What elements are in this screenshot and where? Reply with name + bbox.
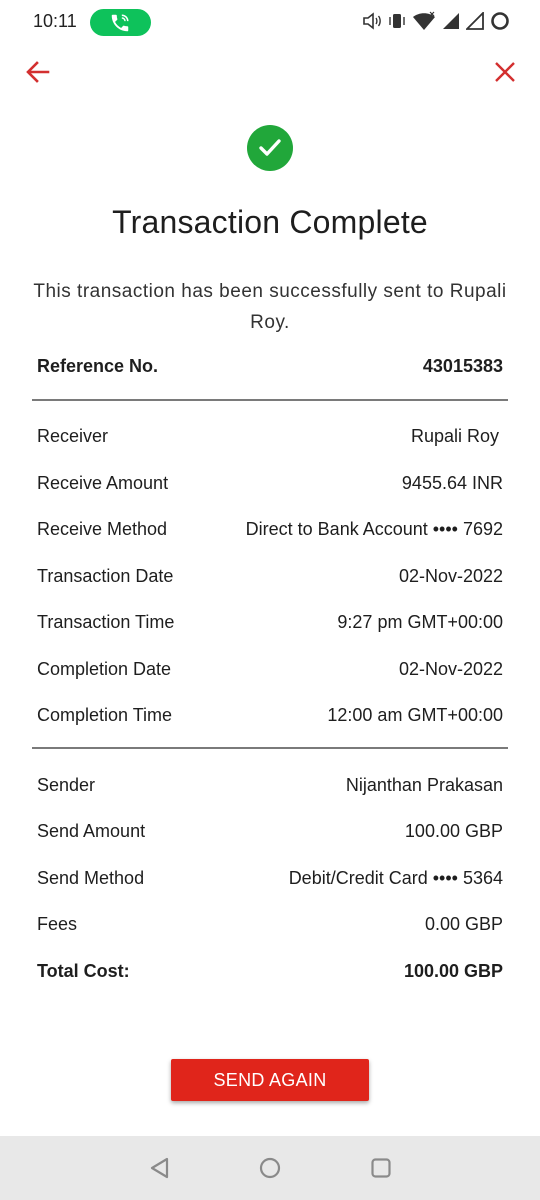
total-cost-value: 100.00 GBP	[403, 960, 503, 981]
detail-row-sender: Sender Nijanthan Prakasan	[37, 772, 503, 798]
detail-row-completion-date: Completion Date 02-Nov-2022	[37, 656, 503, 682]
back-button[interactable]	[24, 58, 52, 86]
reference-value: 43015383	[422, 355, 503, 376]
detail-value: Rupali Roy	[410, 425, 499, 446]
call-active-icon	[111, 14, 129, 32]
detail-value: 02-Nov-2022	[398, 565, 503, 586]
detail-value: Debit/Credit Card •••• 5364	[288, 867, 503, 888]
page-title: Transaction Complete	[112, 204, 428, 240]
close-icon	[495, 62, 515, 82]
detail-row-send-method: Send Method Debit/Credit Card •••• 5364	[37, 865, 503, 891]
detail-value: 02-Nov-2022	[398, 658, 503, 679]
battery-ring-icon	[490, 11, 510, 36]
reference-row: Reference No. 43015383	[37, 353, 503, 379]
system-back-button[interactable]	[148, 1156, 172, 1180]
detail-row-completion-time: Completion Time 12:00 am GMT+00:00	[37, 702, 503, 728]
check-circle-icon	[247, 125, 293, 171]
send-again-button[interactable]: SEND AGAIN	[171, 1059, 369, 1101]
system-status-icons	[362, 10, 510, 36]
reference-label: Reference No.	[37, 355, 159, 376]
detail-value: 9455.64 INR	[401, 472, 503, 493]
detail-value: 100.00 GBP	[404, 820, 503, 841]
system-recents-button[interactable]	[369, 1156, 393, 1180]
status-clock: 10:11	[33, 11, 77, 31]
arrow-left-icon	[26, 61, 50, 83]
system-home-button[interactable]	[258, 1156, 282, 1180]
detail-label: Sender	[37, 774, 96, 795]
detail-label: Send Method	[37, 867, 145, 888]
section-divider	[32, 399, 508, 401]
detail-label: Fees	[37, 913, 78, 934]
active-call-indicator[interactable]	[90, 9, 151, 36]
wifi-icon	[412, 11, 436, 36]
total-cost-label: Total Cost:	[37, 960, 130, 981]
detail-label: Transaction Time	[37, 611, 175, 632]
detail-value: 0.00 GBP	[424, 913, 503, 934]
detail-value: 12:00 am GMT+00:00	[327, 704, 503, 725]
detail-label: Transaction Date	[37, 565, 174, 586]
detail-row-receive-method: Receive Method Direct to Bank Account ••…	[37, 516, 503, 542]
status-bar: 10:11	[0, 0, 540, 46]
detail-label: Completion Time	[37, 704, 173, 725]
system-navigation-bar	[0, 1136, 540, 1200]
home-circle-icon	[259, 1157, 281, 1179]
detail-label: Receive Amount	[37, 472, 169, 493]
detail-row-fees: Fees 0.00 GBP	[37, 911, 503, 937]
detail-label: Receive Method	[37, 518, 168, 539]
detail-label: Receiver	[37, 425, 109, 446]
detail-row-transaction-date: Transaction Date 02-Nov-2022	[37, 563, 503, 589]
signal-icon	[442, 12, 460, 35]
total-cost-row: Total Cost: 100.00 GBP	[37, 958, 503, 984]
volume-icon	[362, 11, 382, 35]
detail-row-receive-amount: Receive Amount 9455.64 INR	[37, 470, 503, 496]
recents-square-icon	[371, 1158, 391, 1178]
detail-row-receiver: Receiver Rupali Roy	[37, 423, 503, 449]
signal-icon	[464, 10, 484, 35]
section-divider	[32, 747, 508, 749]
detail-row-transaction-time: Transaction Time 9:27 pm GMT+00:00	[37, 609, 503, 635]
close-button[interactable]	[492, 59, 518, 85]
confirmation-message: This transaction has been successfully s…	[33, 281, 507, 333]
vibrate-icon	[388, 12, 406, 35]
detail-row-send-amount: Send Amount 100.00 GBP	[37, 818, 503, 844]
detail-label: Send Amount	[37, 820, 146, 841]
detail-value: 9:27 pm GMT+00:00	[337, 611, 503, 632]
back-triangle-icon	[150, 1157, 169, 1179]
detail-value: Direct to Bank Account •••• 7692	[245, 518, 503, 539]
detail-label: Completion Date	[37, 658, 172, 679]
detail-value: Nijanthan Prakasan	[345, 774, 503, 795]
